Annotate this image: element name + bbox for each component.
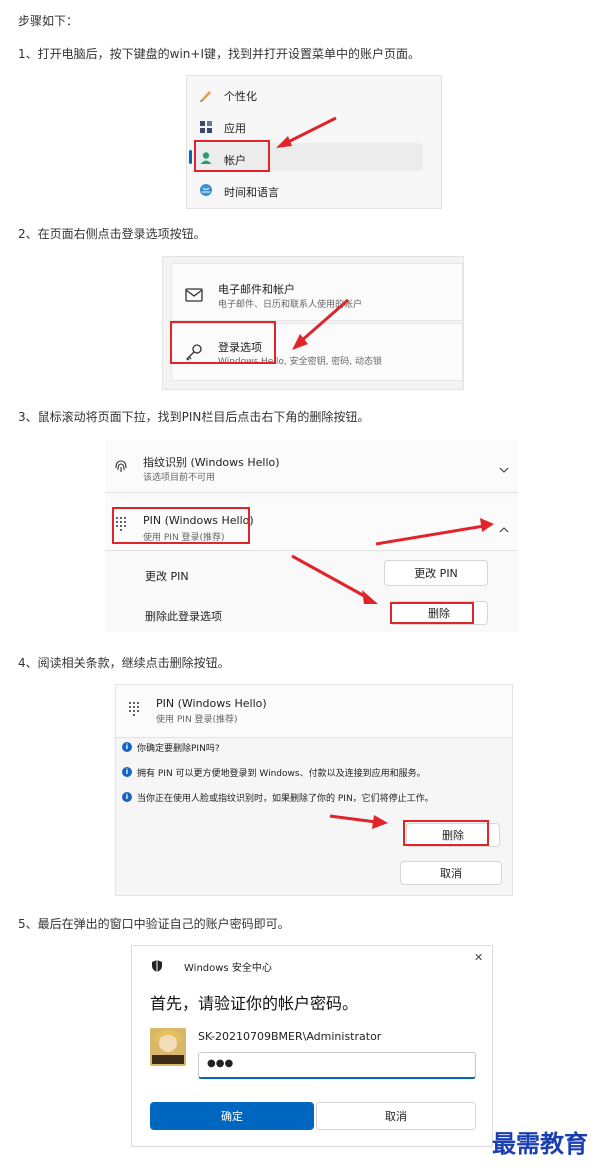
account-name: SK-20210709BMER\Administrator xyxy=(198,1030,382,1043)
password-input[interactable]: ●●● xyxy=(198,1052,476,1079)
step-5-text: 5、最后在弹出的窗口中验证自己的账户密码即可。 xyxy=(18,917,290,931)
dialog-heading: 首先，请验证你的帐户密码。 xyxy=(150,994,359,1013)
watermark: 最需教育 xyxy=(492,1129,588,1158)
avatar xyxy=(150,1028,186,1066)
ok-button[interactable]: 确定 xyxy=(150,1102,314,1130)
shield-icon xyxy=(150,958,164,972)
password-value: ●●● xyxy=(207,1058,234,1069)
dialog-cancel-button[interactable]: 取消 xyxy=(316,1102,476,1130)
close-icon[interactable]: ✕ xyxy=(474,951,483,964)
dialog-title: Windows 安全中心 xyxy=(184,963,272,974)
windows-security-dialog: Windows 安全中心 ✕ 首先，请验证你的帐户密码。 SK-20210709… xyxy=(131,945,493,1147)
